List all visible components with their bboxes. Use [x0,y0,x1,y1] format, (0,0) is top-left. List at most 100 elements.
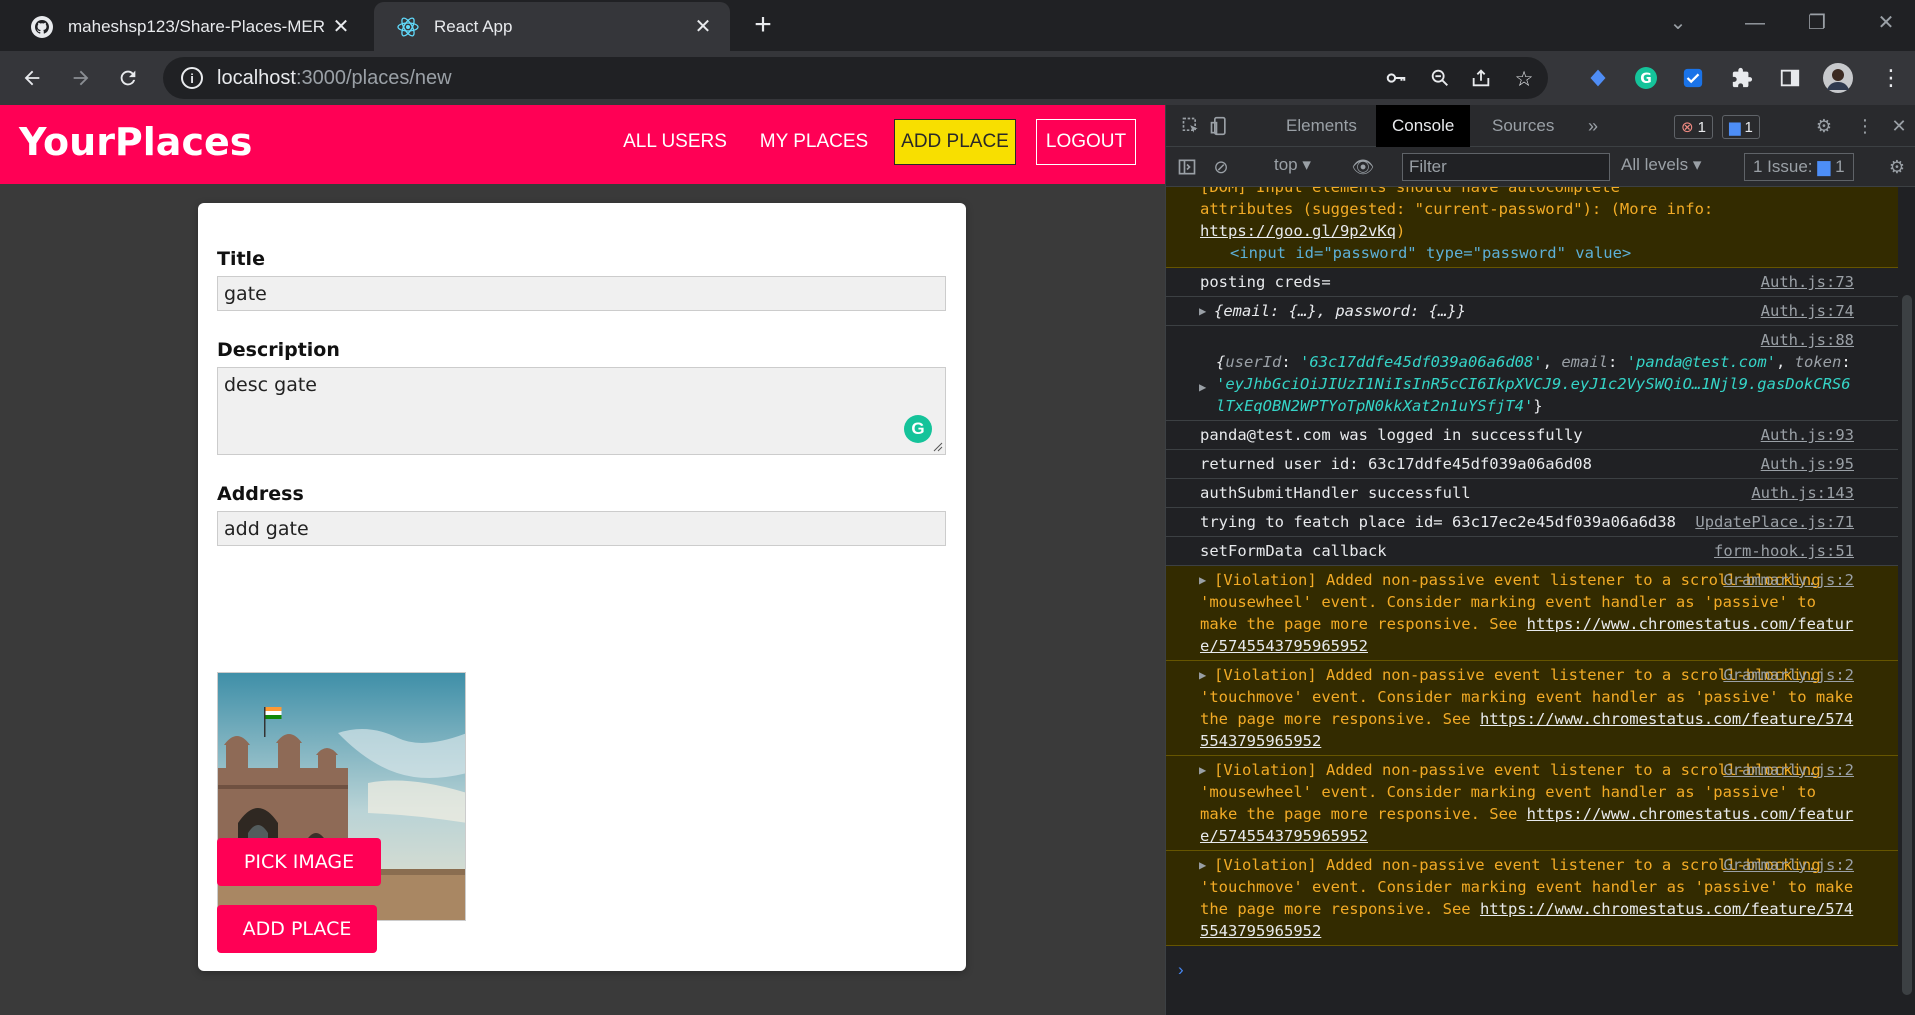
brand-logo-link[interactable]: YourPlaces [19,120,252,164]
devtools-panel: Elements Console Sources » ⊗ 1 ▆ 1 ⚙ ⋮ ✕… [1165,105,1915,1015]
grammarly-icon[interactable]: G [1631,63,1661,93]
side-panel-icon[interactable] [1775,63,1805,93]
tab-search-icon[interactable]: ⌄ [1658,8,1698,38]
share-icon[interactable] [1468,67,1494,93]
live-expression-eye-icon[interactable]: 👁 [1350,154,1376,180]
tab-console[interactable]: Console [1376,105,1471,147]
sidebar-toggle-icon[interactable] [1174,154,1200,180]
error-icon: ⊗ [1681,119,1694,136]
source-link[interactable]: Grammarly.js:2 [1723,569,1854,591]
expand-arrow-icon[interactable]: ▶ [1199,300,1206,322]
tab-sources[interactable]: Sources [1476,105,1570,147]
source-link[interactable]: Grammarly.js:2 [1723,759,1854,781]
element-reference[interactable]: <input id="password" type="password" val… [1200,242,1854,264]
error-count: 1 [1697,118,1706,136]
source-link[interactable]: UpdatePlace.js:71 [1695,511,1854,533]
bookmark-star-icon[interactable]: ☆ [1511,67,1537,93]
device-toolbar-icon[interactable] [1206,113,1232,139]
inspect-element-icon[interactable] [1178,113,1204,139]
title-input[interactable]: gate [217,276,946,311]
source-link[interactable]: Auth.js:74 [1761,300,1854,322]
expand-arrow-icon[interactable]: ▶ [1199,664,1206,686]
message-text: {email: {…}, password: {…}} [1214,302,1466,320]
issues-button[interactable]: 1 Issue: ▆ 1 [1744,153,1854,181]
close-window-icon[interactable]: ✕ [1866,8,1906,38]
console-scrollbar[interactable] [1898,187,1915,1015]
object-userid: '63c17ddfe45df039a06a6d08' [1300,353,1543,371]
tab-github[interactable]: maheshsp123/Share-Places-MER ✕ [8,2,368,51]
console-message: posting creds= Auth.js:73 [1166,268,1898,297]
console-warning-violation: ▶ Grammarly.js:2 [Violation] Added non-p… [1166,851,1898,946]
message-text: setFormData callback [1200,542,1387,560]
title-label: Title [217,248,265,270]
expand-arrow-icon[interactable]: ▶ [1199,376,1206,398]
source-link[interactable]: Auth.js:95 [1761,453,1854,475]
main-header: YourPlaces ALL USERS MY PLACES ADD PLACE… [0,105,1165,184]
description-textarea[interactable]: desc gate [217,367,946,455]
console-message: authSubmitHandler successfull Auth.js:14… [1166,479,1898,508]
more-tabs-icon[interactable]: » [1580,113,1606,139]
key-icon[interactable] [1383,67,1409,93]
object-email: 'panda@test.com' [1626,353,1776,371]
nav-logout-button[interactable]: LOGOUT [1036,119,1136,165]
extension-blue-icon[interactable] [1583,63,1613,93]
expand-arrow-icon[interactable]: ▶ [1199,569,1206,591]
source-link[interactable]: Grammarly.js:2 [1723,854,1854,876]
address-input[interactable]: add gate [217,511,946,546]
error-count-badge[interactable]: ⊗ 1 [1674,115,1713,139]
new-tab-icon[interactable]: + [748,10,778,40]
console-prompt-icon[interactable]: › [1178,960,1184,980]
source-link[interactable]: Auth.js:88 [1761,329,1854,351]
pick-image-button[interactable]: PICK IMAGE [217,838,381,886]
message-text: attributes (suggested: "current-password… [1200,200,1714,218]
react-icon [396,15,420,39]
grammarly-badge-icon[interactable]: G [904,415,932,443]
tab-react-app[interactable]: React App ✕ [374,2,730,51]
context-selector[interactable]: top ▾ [1274,155,1311,175]
add-place-submit-button[interactable]: ADD PLACE [217,905,377,953]
restore-icon[interactable]: ❐ [1797,8,1837,38]
site-info-icon[interactable]: i [181,67,203,89]
reload-icon[interactable] [112,62,144,94]
nav-add-place[interactable]: ADD PLACE [894,119,1016,165]
svg-text:G: G [1640,71,1652,87]
message-icon: ▆ [1729,119,1741,136]
settings-gear-icon[interactable]: ⚙ [1811,113,1837,139]
clear-console-icon[interactable]: ⊘ [1208,154,1234,180]
tab-elements[interactable]: Elements [1270,105,1373,147]
close-icon[interactable]: ✕ [692,16,714,38]
message-count-badge[interactable]: ▆ 1 [1722,115,1760,139]
source-link[interactable]: Grammarly.js:2 [1723,664,1854,686]
chrome-menu-icon[interactable]: ⋮ [1876,63,1906,93]
console-settings-gear-icon[interactable]: ⚙ [1884,154,1910,180]
message-link[interactable]: https://goo.gl/9p2vKq [1200,222,1396,240]
checkmark-extension-icon[interactable] [1678,63,1708,93]
close-icon[interactable]: ✕ [330,16,352,38]
console-message: trying to featch place id= 63c17ec2e45df… [1166,508,1898,537]
nav-my-places[interactable]: MY PLACES [752,119,876,165]
source-link[interactable]: form-hook.js:51 [1714,540,1854,562]
console-filter-input[interactable]: Filter [1402,153,1610,181]
forward-icon[interactable] [65,62,97,94]
nav-all-users[interactable]: ALL USERS [618,119,732,165]
close-devtools-icon[interactable]: ✕ [1886,113,1912,139]
message-text: attributes (suggested: "current-password… [1200,200,1714,240]
resize-handle-icon[interactable] [933,442,943,452]
url-path: :3000/places/new [295,66,452,89]
source-link[interactable]: Auth.js:143 [1751,482,1854,504]
message-count: 1 [1744,118,1753,136]
log-levels-dropdown[interactable]: All levels ▾ [1621,155,1701,175]
profile-avatar[interactable] [1823,63,1853,93]
source-link[interactable]: Auth.js:93 [1761,424,1854,446]
minimize-icon[interactable]: — [1735,8,1775,38]
source-link[interactable]: Auth.js:73 [1761,271,1854,293]
devtools-menu-icon[interactable]: ⋮ [1852,113,1878,139]
expand-arrow-icon[interactable]: ▶ [1199,854,1206,876]
zoom-out-icon[interactable] [1427,67,1453,93]
back-icon[interactable] [16,62,48,94]
console-message: setFormData callback form-hook.js:51 [1166,537,1898,566]
scrollbar-thumb[interactable] [1902,295,1912,995]
address-bar[interactable]: i localhost :3000/places/new ☆ [163,57,1548,99]
expand-arrow-icon[interactable]: ▶ [1199,759,1206,781]
extensions-puzzle-icon[interactable] [1727,63,1757,93]
